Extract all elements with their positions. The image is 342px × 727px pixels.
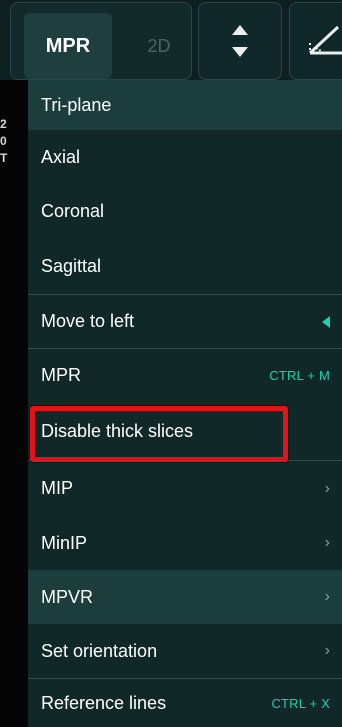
menu-item-sagittal[interactable]: Sagittal bbox=[28, 238, 342, 294]
menu-item-label: Tri-plane bbox=[41, 94, 112, 115]
menu-item-label: Sagittal bbox=[41, 255, 102, 276]
menu-item-reference-lines[interactable]: Reference lines CTRL + X bbox=[28, 678, 342, 727]
menu-item-tri-plane[interactable]: Tri-plane bbox=[28, 80, 342, 130]
menu-item-label: Axial bbox=[41, 146, 81, 167]
angle-measure-icon bbox=[304, 21, 342, 61]
menu-item-minip[interactable]: MinIP › bbox=[28, 516, 342, 570]
sort-button[interactable] bbox=[198, 2, 282, 80]
chevron-right-icon: › bbox=[324, 534, 330, 551]
focus-highlight-box bbox=[30, 406, 288, 462]
left-triangle-icon bbox=[322, 295, 330, 348]
menu-item-coronal[interactable]: Coronal bbox=[28, 184, 342, 238]
view-mode-toggle: MPR 2D bbox=[10, 2, 192, 80]
chevron-right-icon: › bbox=[324, 479, 330, 497]
shortcut-label: CTRL + M bbox=[269, 368, 330, 383]
overlay-glyph: T bbox=[0, 151, 8, 165]
overlay-glyph: 0 bbox=[0, 134, 7, 148]
menu-item-mip[interactable]: MIP › bbox=[28, 460, 342, 516]
viewer-stage: 2 0 T MPR 2D Tri-plane Axial Coronal Sag… bbox=[0, 0, 342, 727]
chevron-right-icon: › bbox=[324, 588, 330, 605]
menu-item-move-to-left[interactable]: Move to left bbox=[28, 294, 342, 348]
shortcut-label: CTRL + X bbox=[271, 695, 330, 711]
menu-item-mpr[interactable]: MPR CTRL + M bbox=[28, 348, 342, 402]
menu-item-label: Coronal bbox=[41, 200, 105, 221]
menu-item-mpvr[interactable]: MPVR › bbox=[28, 570, 342, 624]
overlay-glyph: 2 bbox=[0, 117, 7, 131]
menu-item-axial[interactable]: Axial bbox=[28, 130, 342, 184]
menu-item-label: MIP bbox=[41, 478, 74, 498]
mpr-dropdown-menu: Tri-plane Axial Coronal Sagittal Move to… bbox=[28, 80, 342, 727]
up-down-icon bbox=[230, 23, 250, 59]
menu-item-label: Move to left bbox=[41, 311, 135, 331]
menu-item-label: MinIP bbox=[41, 532, 88, 553]
viewport-strip: 2 0 T bbox=[0, 0, 28, 727]
menu-item-set-orientation[interactable]: Set orientation › bbox=[28, 624, 342, 678]
mpr-mode-button[interactable]: MPR bbox=[24, 13, 112, 79]
menu-item-label: Set orientation bbox=[41, 640, 158, 661]
toolbar: MPR 2D bbox=[0, 0, 342, 80]
angle-tool-button[interactable] bbox=[289, 2, 342, 80]
chevron-right-icon: › bbox=[324, 642, 330, 659]
menu-item-label: MPVR bbox=[41, 586, 94, 607]
2d-mode-button[interactable]: 2D bbox=[119, 13, 199, 79]
